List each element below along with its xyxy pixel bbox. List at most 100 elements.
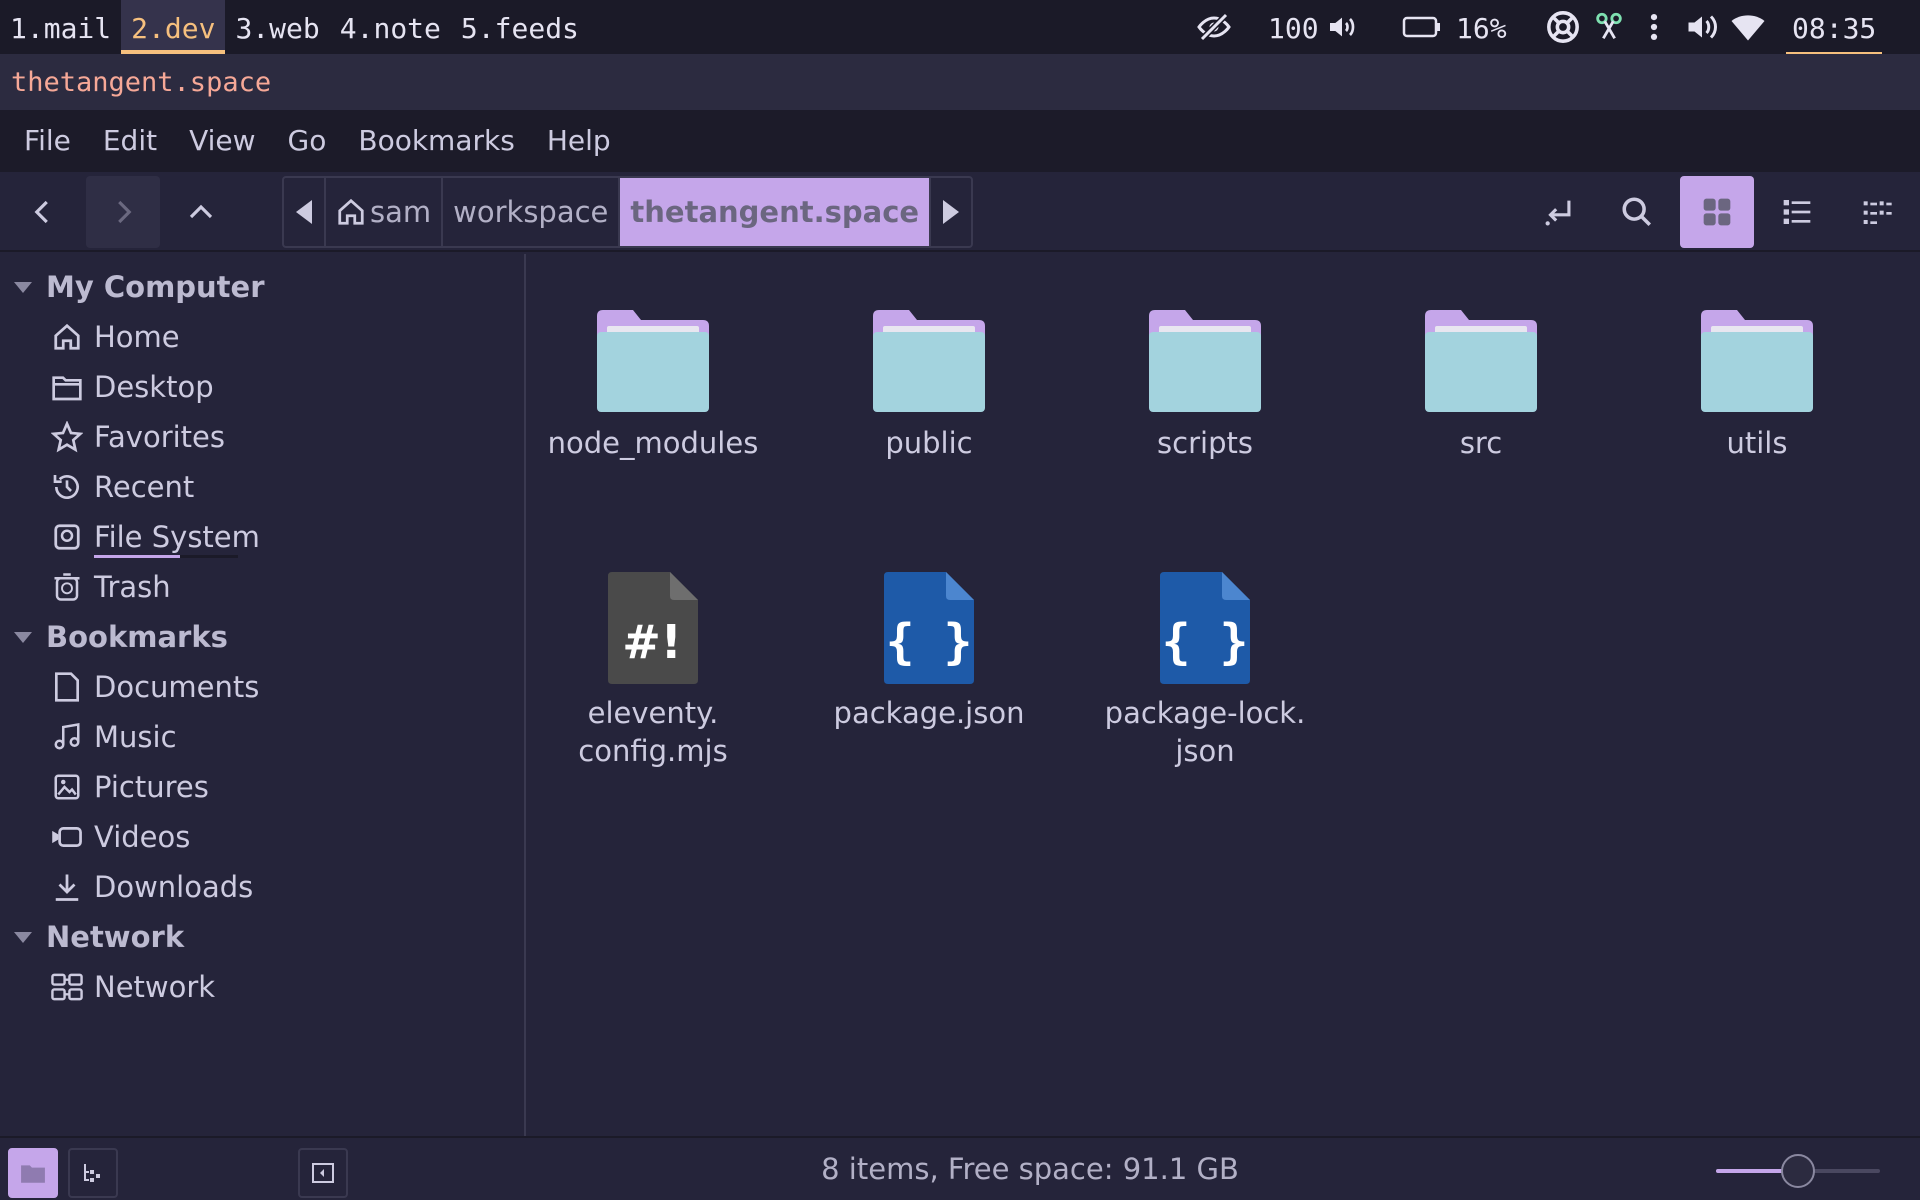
file-item-public[interactable]: public xyxy=(814,284,1044,462)
up-button[interactable] xyxy=(164,176,238,248)
file-grid: node_modules public scripts src utils #!… xyxy=(528,254,1920,1136)
breadcrumb-right-button[interactable] xyxy=(931,178,971,246)
sidebar-item-label: Downloads xyxy=(94,870,254,904)
eye-slash-icon[interactable] xyxy=(1196,0,1232,54)
folder-icon xyxy=(538,284,768,414)
sidebar: My Computer Home Desktop Favorites Recen… xyxy=(0,254,526,1136)
section-title: Bookmarks xyxy=(46,620,228,654)
scissors-icon[interactable] xyxy=(1592,0,1626,54)
list-view-button[interactable] xyxy=(1760,176,1834,248)
workspace-1[interactable]: 1.mail xyxy=(0,0,121,54)
file-name: package.json xyxy=(833,696,1025,730)
file-name-line2: config.mjs xyxy=(578,734,728,768)
status-bar: 8 items, Free space: 91.1 GB xyxy=(0,1136,1920,1200)
grid-icon xyxy=(1703,198,1731,226)
folder-icon xyxy=(814,284,1044,414)
chevron-left-icon xyxy=(34,200,48,224)
workspace-5[interactable]: 5.feeds xyxy=(451,0,589,54)
home-icon xyxy=(50,320,84,354)
search-icon xyxy=(1622,197,1652,227)
breadcrumb-home[interactable]: sam xyxy=(326,178,444,246)
file-item-node-modules[interactable]: node_modules xyxy=(538,284,768,462)
sidebar-item-desktop[interactable]: Desktop xyxy=(50,362,214,412)
file-name-line2: json xyxy=(1175,734,1235,768)
workspace-4[interactable]: 4.note xyxy=(330,0,451,54)
sidebar-item-pictures[interactable]: Pictures xyxy=(50,762,209,812)
speaker-icon[interactable] xyxy=(1326,0,1358,54)
menu-go[interactable]: Go xyxy=(272,110,343,172)
file-name: node_modules xyxy=(547,426,759,460)
file-item-package-lock-json[interactable]: { } package-lock. json xyxy=(1090,554,1320,770)
icon-view-button[interactable] xyxy=(1680,176,1754,248)
expand-triangle-icon xyxy=(14,631,32,643)
music-note-icon xyxy=(50,720,84,754)
section-title: Network xyxy=(46,920,185,954)
menu-file[interactable]: File xyxy=(8,110,87,172)
section-network[interactable]: Network xyxy=(0,912,184,962)
location-toggle-button[interactable] xyxy=(1522,176,1596,248)
back-button[interactable] xyxy=(6,176,80,248)
file-name: src xyxy=(1459,426,1503,460)
breadcrumb-current[interactable]: thetangent.space xyxy=(620,178,932,246)
trash-icon xyxy=(50,570,84,604)
file-item-src[interactable]: src xyxy=(1366,284,1596,462)
menu-help[interactable]: Help xyxy=(531,110,627,172)
svg-text:{ }: { } xyxy=(886,614,973,670)
clock[interactable]: 08:35 xyxy=(1786,0,1882,54)
sidebar-item-documents[interactable]: Documents xyxy=(50,662,259,712)
sidebar-item-favorites[interactable]: Favorites xyxy=(50,412,225,462)
wifi-icon[interactable] xyxy=(1730,0,1766,54)
section-my-computer[interactable]: My Computer xyxy=(0,262,265,312)
sidebar-item-home[interactable]: Home xyxy=(50,312,180,362)
compact-view-button[interactable] xyxy=(1840,176,1914,248)
sidebar-item-file-system[interactable]: File System xyxy=(50,512,260,562)
download-icon xyxy=(50,870,84,904)
file-item-utils[interactable]: utils xyxy=(1642,284,1872,462)
audio-icon[interactable] xyxy=(1684,0,1720,54)
sidebar-item-label: Desktop xyxy=(94,370,214,404)
top-panel: 1.mail 2.dev 3.web 4.note 5.feeds 100 16… xyxy=(0,0,1920,54)
file-name: scripts xyxy=(1157,426,1253,460)
sidebar-item-downloads[interactable]: Downloads xyxy=(50,862,253,912)
window-title: thetangent.space xyxy=(0,54,1920,110)
menu-bookmarks[interactable]: Bookmarks xyxy=(342,110,530,172)
zoom-slider-handle[interactable] xyxy=(1781,1154,1815,1188)
lifebuoy-icon[interactable] xyxy=(1546,0,1580,54)
workspace-2[interactable]: 2.dev xyxy=(121,0,226,54)
network-icon xyxy=(50,970,84,1004)
breadcrumb-left-button[interactable] xyxy=(284,178,326,246)
status-text: 8 items, Free space: 91.1 GB xyxy=(821,1152,1239,1186)
sidebar-item-videos[interactable]: Videos xyxy=(50,812,190,862)
menu-view[interactable]: View xyxy=(173,110,271,172)
image-icon xyxy=(50,770,84,804)
breadcrumb-workspace[interactable]: workspace xyxy=(443,178,621,246)
more-vertical-icon[interactable] xyxy=(1646,0,1662,54)
sidebar-item-label: Recent xyxy=(94,470,195,504)
chevron-up-icon xyxy=(189,204,213,219)
file-item-scripts[interactable]: scripts xyxy=(1090,284,1320,462)
sidebar-item-music[interactable]: Music xyxy=(50,712,177,762)
file-item-eleventy-config[interactable]: #! eleventy. config.mjs xyxy=(538,554,768,770)
sidebar-item-label: Documents xyxy=(94,670,260,704)
zoom-slider[interactable] xyxy=(1716,1154,1880,1188)
search-button[interactable] xyxy=(1600,176,1674,248)
sidebar-item-network[interactable]: Network xyxy=(50,962,215,1012)
breadcrumb-home-label: sam xyxy=(370,195,432,229)
svg-text:#!: #! xyxy=(622,615,682,669)
menu-edit[interactable]: Edit xyxy=(87,110,173,172)
file-item-package-json[interactable]: { } package.json xyxy=(814,554,1044,732)
video-icon xyxy=(50,820,84,854)
compact-list-icon xyxy=(1863,201,1892,224)
forward-button[interactable] xyxy=(86,176,160,248)
history-icon xyxy=(50,470,84,504)
folder-icon xyxy=(1366,284,1596,414)
caret-left-icon xyxy=(296,200,312,224)
expand-triangle-icon xyxy=(14,281,32,293)
section-bookmarks[interactable]: Bookmarks xyxy=(0,612,228,662)
section-title: My Computer xyxy=(46,270,265,304)
sidebar-item-recent[interactable]: Recent xyxy=(50,462,194,512)
sidebar-item-trash[interactable]: Trash xyxy=(50,562,171,612)
sidebar-item-label: Home xyxy=(94,320,180,354)
file-name: utils xyxy=(1726,426,1788,460)
workspace-3[interactable]: 3.web xyxy=(225,0,329,54)
